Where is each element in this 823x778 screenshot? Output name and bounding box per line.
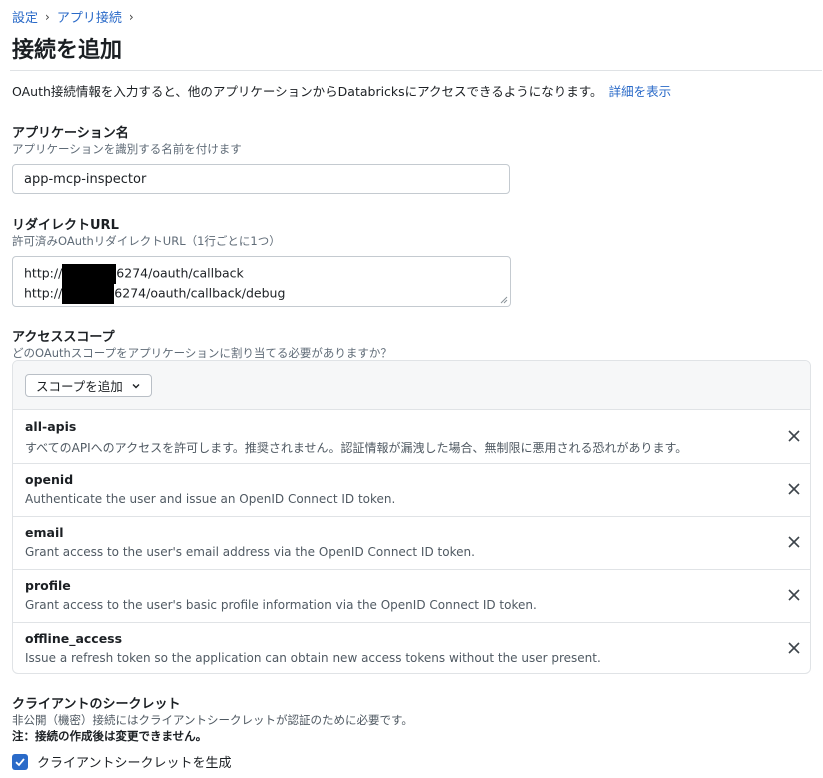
client-secret-hint: 非公開（機密）接続にはクライアントシークレットが認証のために必要です。: [12, 713, 413, 727]
remove-scope-close-icon[interactable]: [786, 587, 802, 603]
remove-scope-close-icon[interactable]: [786, 481, 802, 497]
redirect-url-label: リダイレクトURL: [12, 218, 119, 233]
scope-name: profile: [25, 578, 71, 593]
app-name-label: アプリケーション名: [12, 126, 129, 141]
chevron-right-icon: ›: [45, 9, 50, 24]
scope-list-header: スコープを追加: [13, 361, 810, 410]
scope-row-offline-access: offline_access Issue a refresh token so …: [13, 622, 810, 673]
remove-scope-close-icon[interactable]: [786, 640, 802, 656]
access-scope-label: アクセススコープ: [12, 330, 115, 345]
redirect-url-suffix: 6274/oauth/callback/debug: [114, 285, 286, 301]
redacted-block: [62, 264, 117, 284]
scope-description: すべてのAPIへのアクセスを許可します。推奨されません。認証情報が漏洩した場合、…: [25, 441, 688, 455]
checkmark-icon: [15, 757, 25, 766]
add-scope-button[interactable]: スコープを追加: [25, 374, 152, 397]
redirect-url-prefix: http://: [24, 285, 63, 301]
app-name-input[interactable]: app-mcp-inspector: [12, 164, 510, 194]
client-secret-label: クライアントのシークレット: [12, 697, 181, 712]
scope-list: スコープを追加 all-apis すべてのAPIへのアクセスを許可します。推奨さ…: [12, 360, 811, 674]
redirect-url-line: http:// 6274/oauth/callback/debug: [24, 284, 285, 304]
scope-row-email: email Grant access to the user's email a…: [13, 516, 810, 570]
title-divider: [10, 70, 822, 71]
scope-name: openid: [25, 472, 74, 487]
page-title: 接続を追加: [12, 38, 123, 63]
generate-secret-label[interactable]: クライアントシークレットを生成: [37, 752, 231, 771]
redirect-url-line: http:// 6274/oauth/callback: [24, 264, 244, 284]
scope-description: Grant access to the user's basic profile…: [25, 598, 537, 612]
scope-description: Issue a refresh token so the application…: [25, 651, 601, 665]
app-name-hint: アプリケーションを識別する名前を付けます: [12, 142, 242, 156]
access-scope-hint: どのOAuthスコープをアプリケーションに割り当てる必要がありますか？: [12, 346, 392, 360]
scope-name: all-apis: [25, 419, 77, 434]
scope-description: Authenticate the user and issue an OpenI…: [25, 492, 396, 506]
redirect-url-textarea[interactable]: http:// 6274/oauth/callback http:// 6274/o…: [12, 256, 511, 307]
redacted-block: [62, 284, 115, 304]
scope-row-all-apis: all-apis すべてのAPIへのアクセスを許可します。推奨されません。認証情…: [13, 410, 810, 464]
breadcrumb-app-connections-link[interactable]: アプリ接続: [57, 7, 122, 26]
remove-scope-close-icon[interactable]: [786, 534, 802, 550]
details-link[interactable]: 詳細を表示: [609, 84, 672, 99]
client-secret-note: 注：接続の作成後は変更できません。: [12, 729, 208, 743]
intro-text: OAuth接続情報を入力すると、他のアプリケーションからDatabricksにア…: [12, 81, 671, 100]
remove-scope-close-icon[interactable]: [786, 428, 802, 444]
scope-name: email: [25, 525, 64, 540]
breadcrumb-settings-link[interactable]: 設定: [12, 7, 38, 26]
redirect-url-hint: 許可済みOAuthリダイレクトURL（1行ごとに1つ）: [12, 234, 281, 248]
scope-description: Grant access to the user's email address…: [25, 545, 475, 559]
intro-description: OAuth接続情報を入力すると、他のアプリケーションからDatabricksにア…: [12, 84, 603, 99]
generate-secret-row[interactable]: クライアントシークレットを生成: [12, 752, 231, 771]
scope-row-openid: openid Authenticate the user and issue a…: [13, 463, 810, 517]
scope-row-profile: profile Grant access to the user's basic…: [13, 569, 810, 623]
resize-grip-icon[interactable]: [500, 296, 508, 304]
redirect-url-suffix: 6274/oauth/callback: [116, 265, 244, 281]
breadcrumb: 設定 › アプリ接続 ›: [12, 7, 141, 27]
chevron-down-icon: [132, 383, 140, 388]
chevron-right-icon: ›: [128, 9, 134, 24]
scope-name: offline_access: [25, 631, 123, 646]
add-scope-label: スコープを追加: [36, 379, 123, 394]
redirect-url-prefix: http://: [24, 265, 63, 281]
generate-secret-checkbox[interactable]: [12, 753, 28, 770]
